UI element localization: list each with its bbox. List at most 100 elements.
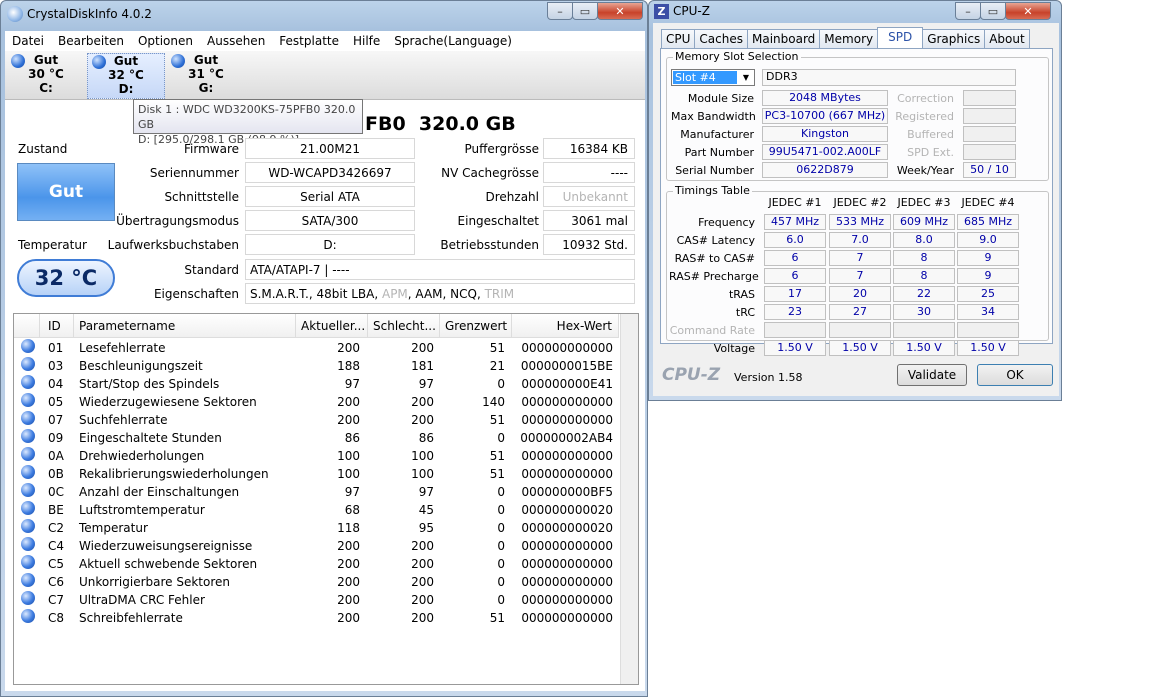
- smart-raw: 000000000000: [521, 575, 613, 589]
- smart-name: Wiederzuweisungsereignisse: [79, 539, 253, 553]
- smart-id: 0C: [48, 485, 65, 499]
- standard-label: Standard: [184, 263, 239, 277]
- drive-button-g[interactable]: Gut 31 °C G:: [167, 53, 245, 99]
- smart-current: 97: [344, 377, 360, 391]
- tab-mainboard[interactable]: Mainboard: [746, 29, 821, 49]
- cpuz-window: Z CPU-Z – ▭ ✕ CPU Caches Mainboard Memor…: [648, 0, 1062, 401]
- status-ok-icon: [21, 555, 35, 569]
- validate-button[interactable]: Validate: [897, 364, 967, 386]
- cpuz-client-area: CPU Caches Mainboard Memory SPD Graphics…: [653, 23, 1059, 396]
- col-header-id[interactable]: ID: [40, 314, 74, 338]
- col-header-name[interactable]: Parametername: [74, 314, 296, 338]
- features-text-a: S.M.A.R.T., 48bit LBA,: [250, 286, 382, 301]
- timing-value: 20: [829, 286, 891, 302]
- tab-cpu[interactable]: CPU: [661, 29, 696, 49]
- status-ok-icon: [21, 537, 35, 551]
- max-bandwidth-value: PC3-10700 (667 MHz): [762, 108, 888, 124]
- table-row[interactable]: BE Luftstromtemperatur 68 45 0 000000000020: [14, 501, 619, 519]
- menu-bearbeiten[interactable]: Bearbeiten: [51, 34, 131, 48]
- smart-current: 200: [337, 593, 360, 607]
- table-row[interactable]: 09 Eingeschaltete Stunden 86 86 0 000000002AB…: [14, 429, 619, 447]
- smart-current: 200: [337, 341, 360, 355]
- status-ok-icon: [21, 375, 35, 389]
- menu-hilfe[interactable]: Hilfe: [346, 34, 387, 48]
- col-header-worst[interactable]: Schlecht...: [368, 314, 440, 338]
- table-row[interactable]: C2 Temperatur 118 95 0 000000000020: [14, 519, 619, 537]
- spd-ext-label: SPD Ext.: [907, 146, 954, 159]
- health-status-button[interactable]: Gut: [17, 163, 115, 221]
- status-ok-icon: [21, 591, 35, 605]
- part-number-value: 99U5471-002.A00LF: [762, 144, 888, 160]
- drive-letters-label: Laufwerksbuchstaben: [107, 238, 239, 252]
- smart-worst: 200: [411, 575, 434, 589]
- table-row[interactable]: 04 Start/Stop des Spindels 97 97 0 000000000E…: [14, 375, 619, 393]
- health-status-icon: [171, 54, 185, 68]
- smart-raw: 000000000BF5: [521, 485, 613, 499]
- cdi-close-button[interactable]: ✕: [597, 2, 643, 20]
- col-header-raw[interactable]: Hex-Wert: [512, 314, 619, 338]
- menu-sprache[interactable]: Sprache(Language): [387, 34, 519, 48]
- health-status-icon: [11, 54, 25, 68]
- smart-id: 09: [48, 431, 64, 445]
- table-row[interactable]: 0B Rekalibrierungswiederholungen 100 100 51 0…: [14, 465, 619, 483]
- smart-worst: 100: [411, 467, 434, 481]
- cdi-maximize-button[interactable]: ▭: [572, 2, 598, 20]
- features-text-b: , AAM, NCQ,: [407, 286, 485, 301]
- table-row[interactable]: C4 Wiederzuweisungsereignisse 200 200 0 00000…: [14, 537, 619, 555]
- disk-model-title: FB0 320.0 GB: [365, 113, 516, 135]
- table-row[interactable]: C8 Schreibfehlerrate 200 200 51 000000000000: [14, 609, 619, 627]
- smart-id: C7: [48, 593, 65, 607]
- tab-caches[interactable]: Caches: [694, 29, 748, 49]
- drive-button-d[interactable]: Gut 32 °C D:: [87, 53, 165, 99]
- smart-threshold: 0: [497, 557, 505, 571]
- table-row[interactable]: 03 Beschleunigungszeit 188 181 21 0000000015B…: [14, 357, 619, 375]
- transfer-mode-value: SATA/300: [245, 210, 415, 231]
- interface-value: Serial ATA: [245, 186, 415, 207]
- menu-aussehen[interactable]: Aussehen: [200, 34, 272, 48]
- transfer-mode-label: Übertragungsmodus: [116, 214, 239, 228]
- tab-graphics[interactable]: Graphics: [922, 29, 986, 49]
- table-row[interactable]: 07 Suchfehlerrate 200 200 51 000000000000: [14, 411, 619, 429]
- drive-temp: 32 °C: [108, 68, 144, 82]
- table-row[interactable]: C7 UltraDMA CRC Fehler 200 200 0 000000000000: [14, 591, 619, 609]
- drive-letter: D:: [118, 82, 134, 96]
- menu-festplatte[interactable]: Festplatte: [272, 34, 346, 48]
- col-header-threshold[interactable]: Grenzwert: [440, 314, 512, 338]
- drive-selector-bar: Gut 30 °C C: Gut 32 °C D: Gut 31 °C G:: [5, 51, 645, 100]
- status-ok-icon: [21, 447, 35, 461]
- cpuz-maximize-button[interactable]: ▭: [980, 2, 1006, 20]
- status-ok-icon: [21, 483, 35, 497]
- slot-select[interactable]: Slot #4 ▼: [671, 69, 755, 86]
- tab-spd[interactable]: SPD: [877, 27, 924, 49]
- timing-value: 609 MHz: [893, 214, 955, 230]
- table-row[interactable]: 0C Anzahl der Einschaltungen 97 97 0 00000000…: [14, 483, 619, 501]
- col-header-current[interactable]: Aktueller...: [296, 314, 368, 338]
- smart-worst: 100: [411, 449, 434, 463]
- tab-about[interactable]: About: [984, 29, 1030, 49]
- cpuz-close-button[interactable]: ✕: [1005, 2, 1051, 20]
- menu-datei[interactable]: Datei: [5, 34, 51, 48]
- drive-button-c[interactable]: Gut 30 °C C:: [7, 53, 85, 99]
- timing-value: 6: [764, 250, 826, 266]
- cpuz-minimize-button[interactable]: –: [955, 2, 981, 20]
- temperature-indicator[interactable]: 32 °C: [17, 259, 115, 297]
- crystaldiskinfo-app-icon: [7, 6, 23, 22]
- jedec-4-header: JEDEC #4: [961, 196, 1015, 209]
- registered-label: Registered: [895, 110, 954, 123]
- jedec-2-header: JEDEC #2: [833, 196, 887, 209]
- menu-optionen[interactable]: Optionen: [131, 34, 200, 48]
- smart-current: 100: [337, 449, 360, 463]
- serial-number-value: 0622D879: [762, 162, 888, 178]
- table-row[interactable]: C6 Unkorrigierbare Sektoren 200 200 0 0000000…: [14, 573, 619, 591]
- smart-table-scrollbar[interactable]: [620, 314, 638, 684]
- cdi-minimize-button[interactable]: –: [547, 2, 573, 20]
- smart-name: Aktuell schwebende Sektoren: [79, 557, 258, 571]
- features-label: Eigenschaften: [153, 287, 239, 301]
- table-row[interactable]: 05 Wiederzugewiesene Sektoren 200 200 140 000…: [14, 393, 619, 411]
- table-row[interactable]: 0A Drehwiederholungen 100 100 51 000000000000: [14, 447, 619, 465]
- tab-memory[interactable]: Memory: [819, 29, 879, 49]
- table-row[interactable]: 01 Lesefehlerrate 200 200 51 000000000000: [14, 339, 619, 357]
- smart-attributes-table[interactable]: ID Parametername Aktueller... Schlecht..…: [13, 313, 639, 685]
- ok-button[interactable]: OK: [977, 364, 1053, 386]
- table-row[interactable]: C5 Aktuell schwebende Sektoren 200 200 0 0000…: [14, 555, 619, 573]
